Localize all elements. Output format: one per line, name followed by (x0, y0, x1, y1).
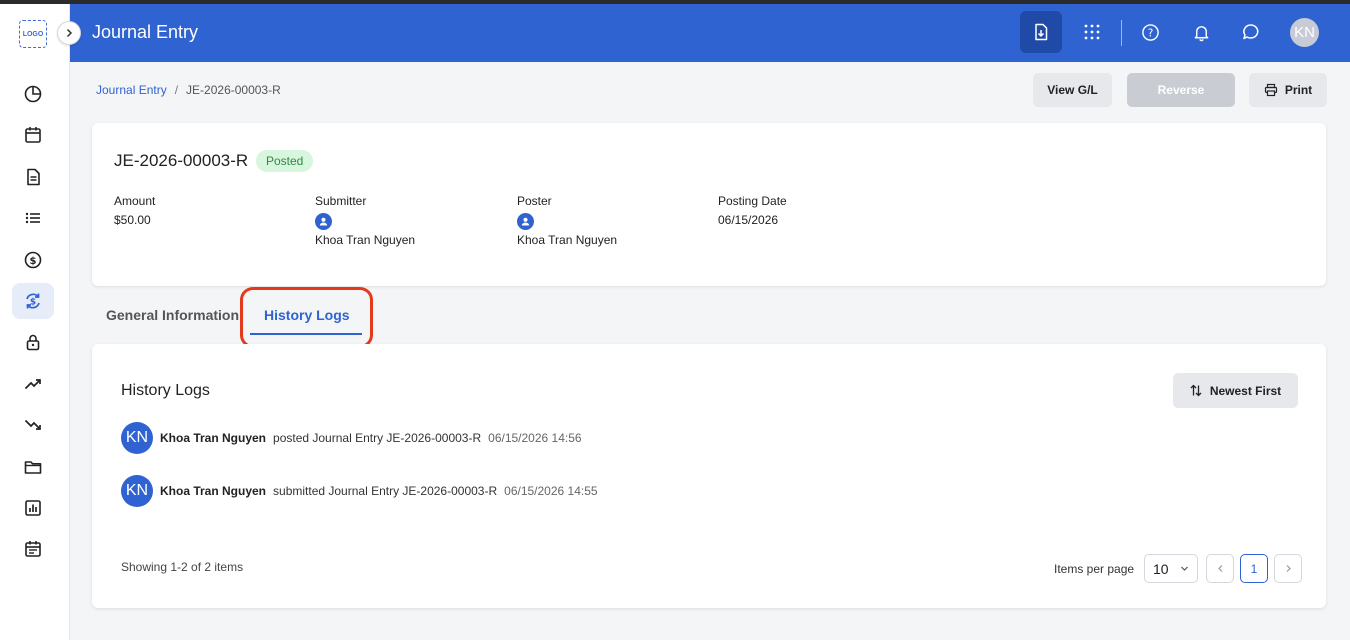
journal-entry-id: JE-2026-00003-R (114, 151, 249, 170)
poster-label: Poster (517, 194, 552, 208)
items-per-page-value: 10 (1153, 560, 1169, 577)
history-logs-card: History Logs Newest First KN Khoa Tran N… (92, 344, 1326, 608)
history-logs-title: History Logs (121, 382, 210, 399)
help-icon: ? (1141, 23, 1159, 41)
sidebar-item-calendar[interactable] (12, 117, 54, 153)
page-title: Journal Entry (92, 22, 199, 42)
print-button-label: Print (1284, 83, 1313, 97)
items-per-page-label: Items per page (1054, 562, 1135, 576)
sort-button[interactable]: Newest First (1173, 373, 1298, 408)
sidebar-item-dashboard[interactable] (12, 76, 54, 112)
sidebar-item-list[interactable] (12, 200, 54, 236)
chevron-down-icon (1181, 566, 1188, 571)
log-user: Khoa Tran Nguyen (160, 484, 267, 498)
prev-page-button[interactable] (1206, 554, 1234, 583)
help-button[interactable]: ? (1129, 11, 1171, 53)
exchange-dollar-icon: $ (26, 293, 40, 309)
submitter-label: Submitter (315, 194, 367, 208)
annotation-highlight (240, 287, 373, 348)
apps-grid-icon (1084, 24, 1100, 40)
sidebar-item-documents[interactable] (12, 159, 54, 195)
amount-label: Amount (114, 194, 156, 208)
app-header: Journal Entry ? KN (70, 4, 1350, 62)
poster-value: Khoa Tran Nguyen (517, 233, 618, 247)
apps-button[interactable] (1071, 11, 1113, 53)
dollar-circle-icon: $ (24, 251, 42, 268)
chat-button[interactable] (1230, 11, 1272, 53)
list-item: KN Khoa Tran Nguyen submitted Journal En… (121, 475, 598, 507)
bar-report-icon (25, 500, 41, 516)
posting-date-value: 06/15/2026 (718, 213, 779, 227)
chevron-left-icon (1217, 565, 1222, 572)
sidebar-item-folders[interactable] (12, 449, 54, 485)
svg-text:$: $ (30, 297, 36, 307)
sidebar-item-payments[interactable]: $ (12, 242, 54, 278)
calendar-icon (25, 127, 41, 144)
breadcrumb-journal-entry-link[interactable]: Journal Entry (96, 83, 167, 97)
summary-card: JE-2026-00003-R Posted Amount $50.00 Sub… (92, 123, 1326, 286)
items-per-page-select[interactable]: 10 (1144, 554, 1198, 583)
sidebar: LOGO $ $ (0, 4, 81, 640)
pagination-summary: Showing 1-2 of 2 items (121, 560, 244, 574)
view-gl-button[interactable]: View G/L (1033, 73, 1112, 107)
printer-icon (1264, 83, 1277, 97)
sort-button-label: Newest First (1209, 383, 1282, 398)
sidebar-expand-button[interactable] (57, 21, 81, 45)
avatar: KN (121, 422, 153, 454)
trending-up-icon (24, 378, 41, 389)
header-separator (1121, 20, 1122, 46)
trending-down-icon (24, 420, 41, 430)
log-timestamp: 06/15/2026 14:55 (504, 484, 598, 498)
folder-icon (24, 460, 42, 474)
bell-icon (1194, 25, 1208, 41)
chevron-right-icon (66, 28, 73, 38)
log-user: Khoa Tran Nguyen (160, 431, 267, 445)
submitter-value: Khoa Tran Nguyen (315, 233, 416, 247)
log-action: submitted Journal Entry JE-2026-00003-R (273, 484, 498, 498)
pie-chart-icon (24, 85, 42, 103)
list-item: KN Khoa Tran Nguyen posted Journal Entry… (121, 422, 582, 454)
document-icon (27, 168, 40, 186)
sidebar-nav: $ $ (0, 76, 70, 573)
person-icon (315, 213, 332, 230)
breadcrumb-separator: / (174, 83, 179, 97)
amount-value: $50.00 (114, 213, 151, 227)
chat-icon (1243, 24, 1259, 40)
schedule-icon (25, 541, 41, 558)
sidebar-item-reports[interactable] (12, 490, 54, 526)
log-action: posted Journal Entry JE-2026-00003-R (273, 431, 482, 445)
tab-general-information[interactable]: General Information (106, 307, 239, 323)
sidebar-item-journal-entry[interactable]: $ (12, 282, 54, 319)
breadcrumb-current: JE-2026-00003-R (186, 83, 281, 97)
status-badge: Posted (256, 150, 314, 172)
reverse-button[interactable]: Reverse (1127, 73, 1235, 107)
log-timestamp: 06/15/2026 14:56 (488, 431, 582, 445)
notifications-button[interactable] (1180, 11, 1222, 53)
chevron-right-icon (1286, 565, 1291, 572)
next-page-button[interactable] (1274, 554, 1302, 583)
sidebar-item-schedule[interactable] (12, 531, 54, 567)
print-button[interactable]: Print (1249, 73, 1327, 107)
poster-field: Poster Khoa Tran Nguyen (517, 194, 617, 247)
user-avatar[interactable]: KN (1290, 18, 1319, 47)
submitter-field: Submitter Khoa Tran Nguyen (315, 194, 415, 247)
posting-date-label: Posting Date (718, 194, 787, 208)
export-button[interactable] (1020, 11, 1062, 53)
page-1-button[interactable]: 1 (1240, 554, 1268, 583)
breadcrumb: Journal Entry / JE-2026-00003-R (96, 83, 281, 97)
sidebar-item-revenue[interactable] (12, 366, 54, 402)
amount-field: Amount $50.00 (114, 194, 155, 227)
lock-icon (26, 335, 40, 351)
svg-text:?: ? (1147, 27, 1153, 39)
sort-arrows-icon (1190, 384, 1202, 397)
download-doc-icon (1035, 23, 1048, 41)
svg-text:$: $ (30, 256, 37, 267)
avatar: KN (121, 475, 153, 507)
sidebar-item-security[interactable] (12, 324, 54, 360)
posting-date-field: Posting Date 06/15/2026 (718, 194, 787, 227)
logo: LOGO (19, 20, 47, 48)
person-icon (517, 213, 534, 230)
list-icon (25, 212, 40, 224)
sidebar-item-expenses[interactable] (12, 407, 54, 443)
